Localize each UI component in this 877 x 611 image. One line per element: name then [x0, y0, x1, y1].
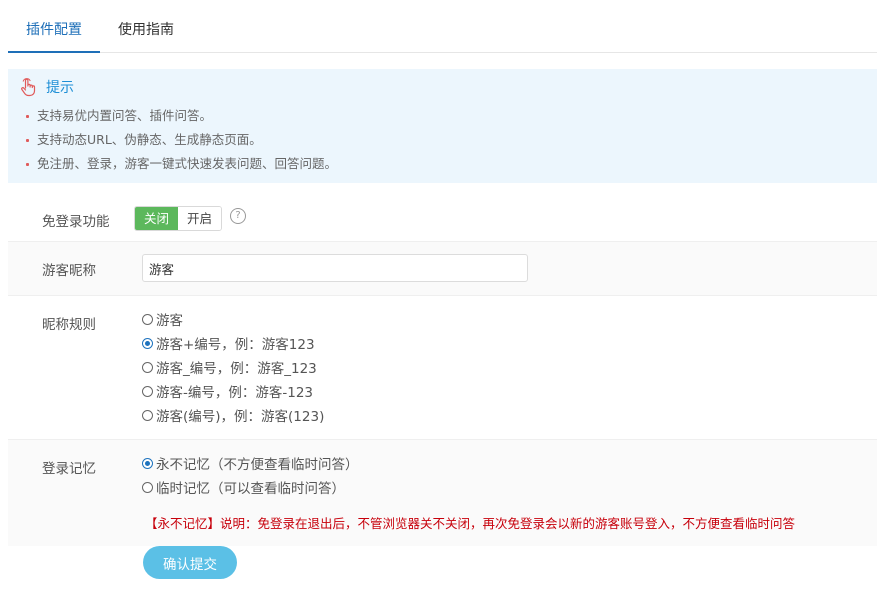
option-label: 游客+编号，例：游客123: [156, 337, 315, 353]
tab-bar: 插件配置 使用指南: [8, 0, 877, 53]
option-label: 永不记忆（不方便查看临时问答）: [156, 457, 359, 473]
login-memory-note: 【永不记忆】说明：免登录在退出后，不管浏览器关不关闭，再次免登录会以新的游客账号…: [145, 516, 796, 531]
option-label: 游客: [156, 313, 183, 329]
option-label: 游客(编号)，例：游客(123): [156, 409, 325, 425]
row-nickname-rule: 昵称规则: [8, 296, 877, 440]
switch-off-option[interactable]: 关闭: [135, 207, 179, 230]
nickname-rule-option[interactable]: 游客+编号，例：游客123: [142, 333, 315, 353]
tip-item: 支持易优内置问答、插件问答。: [26, 106, 337, 130]
nickname-rule-option[interactable]: 游客: [142, 309, 183, 329]
login-memory-option[interactable]: 永不记忆（不方便查看临时问答）: [142, 453, 359, 473]
radio-unchecked-icon[interactable]: [142, 481, 153, 493]
radio-unchecked-icon[interactable]: [142, 385, 153, 397]
guest-nickname-input[interactable]: [142, 254, 528, 282]
switch-on-option[interactable]: 开启: [178, 207, 222, 230]
tip-title: 提示: [46, 80, 74, 96]
tip-header: 提示: [18, 77, 74, 97]
guest-nickname-label: 游客昵称: [42, 263, 96, 279]
tab-usage-guide[interactable]: 使用指南: [108, 0, 184, 52]
option-label: 临时记忆（可以查看临时问答）: [156, 481, 345, 497]
radio-unchecked-icon[interactable]: [142, 313, 153, 325]
radio-checked-icon[interactable]: [142, 337, 153, 349]
nickname-rule-label: 昵称规则: [42, 317, 96, 333]
option-label: 游客-编号，例：游客-123: [156, 385, 314, 401]
free-login-label: 免登录功能: [42, 214, 110, 230]
login-memory-option[interactable]: 临时记忆（可以查看临时问答）: [142, 477, 345, 497]
tip-list: 支持易优内置问答、插件问答。 支持动态URL、伪静态、生成静态页面。 免注册、登…: [26, 106, 337, 178]
tip-box: 提示 支持易优内置问答、插件问答。 支持动态URL、伪静态、生成静态页面。 免注…: [8, 69, 877, 183]
hand-pointer-icon: [21, 78, 36, 97]
nickname-rule-option[interactable]: 游客_编号，例：游客_123: [142, 357, 317, 377]
radio-checked-icon[interactable]: [142, 457, 153, 469]
question-circle-icon[interactable]: ?: [230, 208, 246, 224]
tip-item: 支持动态URL、伪静态、生成静态页面。: [26, 130, 337, 154]
option-label: 游客_编号，例：游客_123: [156, 361, 317, 377]
radio-unchecked-icon[interactable]: [142, 361, 153, 373]
nickname-rule-option[interactable]: 游客(编号)，例：游客(123): [142, 405, 324, 425]
tab-plugin-config[interactable]: 插件配置: [8, 0, 100, 53]
radio-unchecked-icon[interactable]: [142, 409, 153, 421]
nickname-rule-option[interactable]: 游客-编号，例：游客-123: [142, 381, 313, 401]
tip-item: 免注册、登录，游客一键式快速发表问题、回答问题。: [26, 154, 337, 178]
login-memory-label: 登录记忆: [42, 461, 96, 477]
free-login-switch[interactable]: 关闭 开启: [134, 206, 223, 231]
submit-button[interactable]: 确认提交: [143, 546, 237, 579]
